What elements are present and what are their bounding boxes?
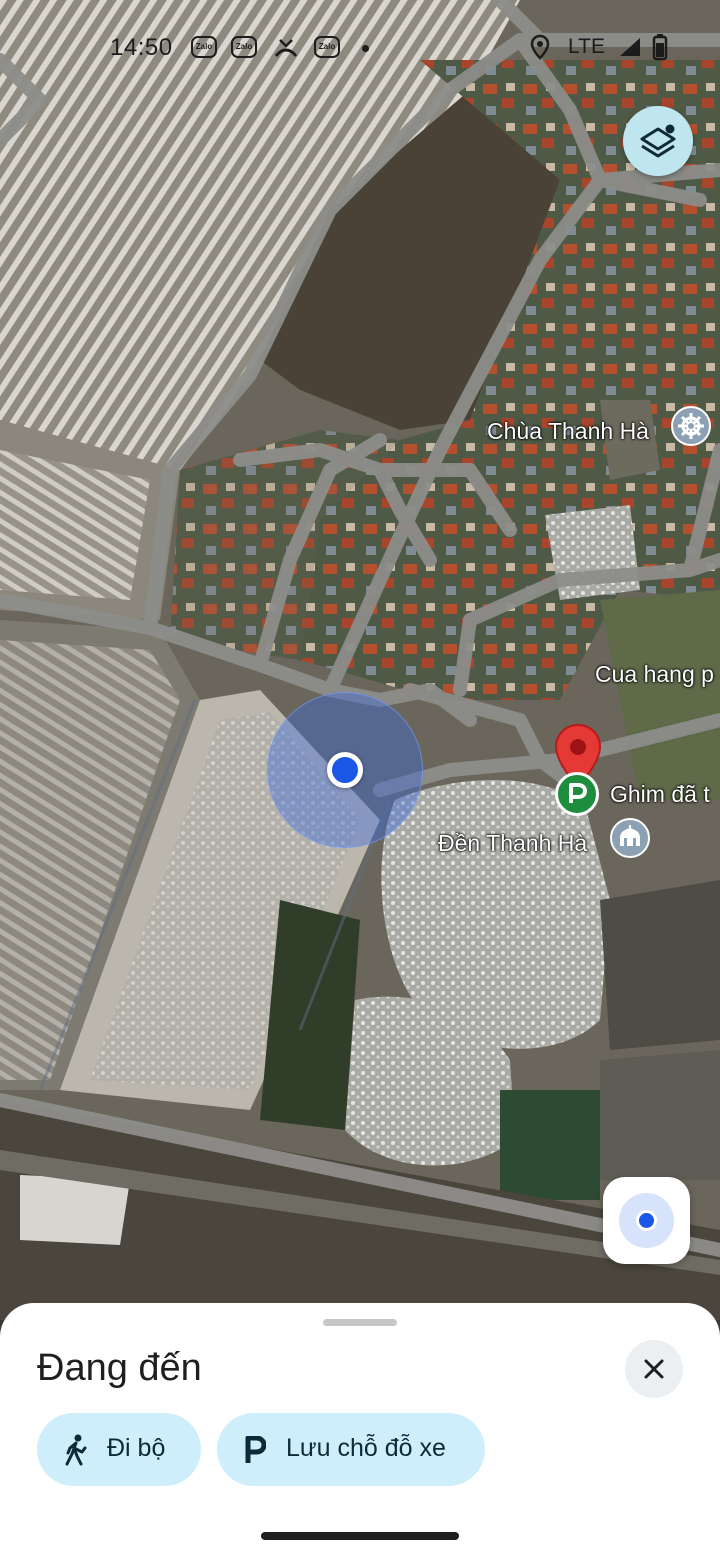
save-parking-chip-button[interactable]: Lưu chỗ đỗ xe [217,1413,485,1486]
network-type: LTE [568,35,605,58]
missed-call-icon [274,39,298,57]
parking-marker-icon[interactable] [555,772,599,816]
battery-icon [652,34,668,61]
walk-chip-button[interactable]: Đi bộ [37,1413,201,1486]
pinned-parking-label[interactable]: Ghim đã t [610,781,710,808]
location-icon [530,34,550,60]
navigation-bottom-sheet: Đang đến Đi bộ Lưu chỗ đỗ xe [0,1303,720,1560]
map-layers-button[interactable] [623,106,693,176]
zalo-icon: Zalo [191,36,217,58]
walk-icon [65,1434,87,1466]
current-location-dot [327,752,363,788]
shrine-poi-icon[interactable] [610,818,650,858]
my-location-icon [636,1210,657,1231]
poi-label-chua-thanh-ha[interactable]: Chùa Thanh Hà [487,418,649,445]
my-location-button[interactable] [603,1177,690,1264]
status-bar: 14:50 Zalo Zalo Zalo LTE [0,28,720,68]
poi-label-cua-hang[interactable]: Cua hang p [595,661,714,688]
gesture-home-bar[interactable] [261,1532,459,1540]
temple-poi-icon[interactable] [671,406,711,446]
signal-icon [620,38,640,56]
sheet-title: Đang đến [37,1347,202,1389]
save-parking-chip-label: Lưu chỗ đỗ xe [286,1434,446,1462]
status-time: 14:50 [110,34,173,61]
close-button[interactable] [625,1340,683,1398]
sheet-drag-handle[interactable] [323,1319,397,1326]
parking-icon [245,1436,266,1463]
satellite-map[interactable] [0,0,720,1320]
walk-chip-label: Đi bộ [107,1434,166,1462]
zalo-icon: Zalo [314,36,340,58]
notification-dot-icon [362,45,369,52]
poi-label-den-thanh-ha[interactable]: Đền Thanh Hà [438,830,587,857]
layers-icon [640,124,676,158]
zalo-icon: Zalo [231,36,257,58]
close-icon [644,1359,664,1379]
